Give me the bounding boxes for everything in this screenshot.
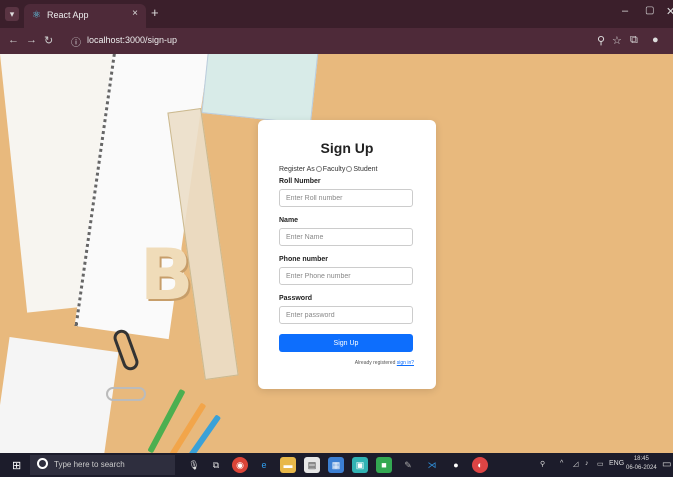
minimize-icon[interactable]: – [622, 5, 628, 17]
tab-menu-icon[interactable]: ▾ [5, 7, 19, 21]
maximize-icon[interactable]: ▢ [645, 5, 654, 16]
forward-icon[interactable]: → [26, 34, 37, 46]
roll-number-input[interactable] [279, 189, 413, 207]
role-label-student: Student [353, 166, 378, 173]
decor-letter-b: B [140, 234, 194, 316]
volume-icon[interactable]: ♪ [585, 460, 589, 467]
task-view-icon[interactable]: ⧉ [208, 457, 224, 473]
radio-student[interactable] [346, 166, 353, 172]
radio-faculty[interactable] [315, 166, 322, 172]
decor-face-mask [201, 54, 319, 125]
app-icon[interactable]: ■ [376, 457, 392, 473]
calendar-icon[interactable]: ▦ [328, 457, 344, 473]
person-icon[interactable]: ⚲ [540, 460, 545, 468]
register-as-label: Register As [279, 166, 315, 173]
role-selector: Register As Faculty Student [279, 166, 378, 173]
password-input[interactable] [279, 306, 413, 324]
browser-tab-bar: ▾ ⚛ React App × + – ▢ ✕ [0, 0, 673, 28]
already-registered-label: Already registered [354, 360, 396, 366]
tool-icon[interactable]: ✎ [400, 457, 416, 473]
sign-in-link[interactable]: sign in? [397, 360, 414, 366]
phone-number-label: Phone number [279, 256, 329, 263]
role-label-faculty: Faculty [322, 166, 346, 173]
profile-icon[interactable]: ● [652, 34, 659, 46]
signup-card: Sign Up Register As Faculty Student Roll N… [258, 120, 436, 389]
search-icon [37, 458, 48, 469]
vscode-icon[interactable]: ⋊ [424, 457, 440, 473]
clock-date: 06-06-2024 [626, 465, 657, 471]
address-toolbar: ← → ↻ ⓘ localhost:3000/sign-up ⚲ ☆ ⧉ ● [0, 28, 673, 54]
microphone-icon[interactable]: 🎙 [186, 457, 202, 473]
zoom-icon[interactable]: ⚲ [597, 34, 605, 47]
decor-paper [0, 336, 119, 453]
bookmark-star-icon[interactable]: ☆ [612, 34, 622, 47]
page-title: Sign Up [320, 140, 374, 156]
search-placeholder: Type here to search [54, 460, 125, 469]
reload-icon[interactable]: ↻ [44, 34, 53, 47]
clock-time: 18:45 [633, 456, 649, 462]
decor-paperclip-silver [106, 387, 146, 401]
chrome-icon[interactable]: ◉ [232, 457, 248, 473]
notification-icon[interactable]: ▭ [662, 459, 671, 470]
windows-start-icon[interactable]: ⊞ [12, 459, 21, 472]
address-bar[interactable]: ⓘ localhost:3000/sign-up [65, 32, 595, 50]
roll-number-label: Roll Number [279, 178, 321, 185]
tab-title: React App [47, 10, 89, 20]
network-icon[interactable]: ◿ [573, 460, 578, 468]
name-label: Name [279, 217, 299, 224]
browser-app-icon[interactable]: ◐ [472, 457, 488, 473]
close-window-icon[interactable]: ✕ [666, 5, 673, 18]
taskbar: ⊞ Type here to search 🎙 ⧉ ◉ e ▬ ▤ ▦ ▣ ■ … [0, 453, 673, 477]
file-explorer-icon[interactable]: ▬ [280, 457, 296, 473]
url-text: localhost:3000/sign-up [87, 35, 178, 45]
site-info-icon[interactable]: ⓘ [71, 34, 81, 49]
sign-up-button[interactable]: Sign Up [279, 334, 413, 352]
battery-icon[interactable]: ▭ [597, 460, 604, 468]
password-label: Password [279, 295, 313, 302]
language-indicator[interactable]: ENG [609, 460, 624, 467]
name-input[interactable] [279, 228, 413, 246]
tray-chevron-icon[interactable]: ^ [560, 460, 563, 467]
edge-icon[interactable]: e [256, 457, 272, 473]
circle-app-icon[interactable]: ● [448, 457, 464, 473]
photos-icon[interactable]: ▣ [352, 457, 368, 473]
phone-number-input[interactable] [279, 267, 413, 285]
already-registered-text: Already registered sign in? [258, 360, 414, 366]
react-icon: ⚛ [32, 10, 41, 21]
browser-tab[interactable]: ⚛ React App × [24, 4, 146, 28]
tab-close-icon[interactable]: × [132, 8, 138, 19]
extensions-icon[interactable]: ⧉ [630, 34, 638, 47]
back-icon[interactable]: ← [8, 34, 19, 46]
store-icon[interactable]: ▤ [304, 457, 320, 473]
new-tab-icon[interactable]: + [151, 5, 159, 20]
clock[interactable]: 18:45 06-06-2024 [626, 455, 657, 473]
taskbar-search[interactable]: Type here to search [30, 455, 175, 475]
